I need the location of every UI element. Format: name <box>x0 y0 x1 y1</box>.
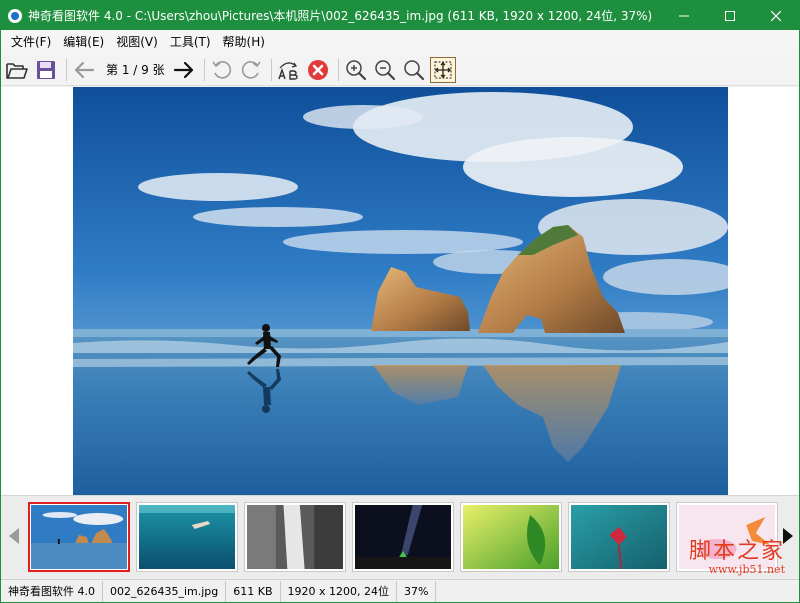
thumbnail-image <box>31 505 127 569</box>
thumbnail-night-sky[interactable] <box>352 502 454 572</box>
watermark: 脚本之家 www.jb51.net <box>689 540 785 576</box>
rotate-right-button[interactable] <box>238 57 264 83</box>
rotate-left-icon <box>211 60 231 79</box>
menu-tools[interactable]: 工具(T) <box>164 30 217 54</box>
image-viewport[interactable] <box>1 87 799 495</box>
delete-icon <box>307 59 328 80</box>
toolbar-divider <box>66 58 67 81</box>
fit-window-button[interactable] <box>429 56 456 83</box>
minimize-icon <box>679 15 689 16</box>
thumbnail-image <box>571 505 667 569</box>
rename-icon <box>277 61 298 80</box>
thumbnail-image <box>355 505 451 569</box>
window-title: 神奇看图软件 4.0 - C:\Users\zhou\Pictures\本机照片… <box>28 9 653 23</box>
rotate-right-icon <box>241 60 261 79</box>
watermark-main: 脚本之家 <box>688 539 785 564</box>
thumbnail-image <box>139 505 235 569</box>
zoom-out-icon <box>374 59 395 80</box>
status-file-size: 611 KB <box>226 580 281 602</box>
menu-view[interactable]: 视图(V) <box>110 30 164 54</box>
menu-file[interactable]: 文件(F) <box>5 30 57 54</box>
previous-button[interactable] <box>71 57 97 83</box>
maximize-button[interactable] <box>707 1 753 30</box>
menu-help[interactable]: 帮助(H) <box>217 30 271 54</box>
zoom-in-button[interactable] <box>343 57 369 83</box>
status-bar: 神奇看图软件 4.0 002_626435_im.jpg 611 KB 1920… <box>1 579 799 602</box>
zoom-in-icon <box>345 59 366 80</box>
open-folder-icon <box>6 62 28 79</box>
thumbnail-image <box>463 505 559 569</box>
open-button[interactable] <box>4 57 30 83</box>
thumbnail-beach-rocks[interactable] <box>28 502 130 572</box>
actual-size-button[interactable] <box>401 57 427 83</box>
zoom-out-button[interactable] <box>372 57 398 83</box>
toolbar-divider <box>337 58 339 81</box>
thumbnail-underwater[interactable] <box>136 502 238 572</box>
thumbnail-red-flower[interactable] <box>568 502 670 572</box>
thumbnail-strip: 脚本之家 www.jb51.net <box>1 495 799 578</box>
status-zoom: 37% <box>397 580 437 602</box>
close-icon <box>771 10 781 21</box>
page-indicator: 第 1 / 9 张 <box>106 63 165 77</box>
rename-button[interactable] <box>276 57 302 83</box>
triangle-left-icon <box>9 528 19 544</box>
rotate-left-button[interactable] <box>209 57 235 83</box>
status-dimensions: 1920 x 1200, 24位 <box>281 580 398 602</box>
app-window: 神奇看图软件 4.0 - C:\Users\zhou\Pictures\本机照片… <box>0 0 800 603</box>
menu-edit[interactable]: 编辑(E) <box>57 30 110 54</box>
status-filename: 002_626435_im.jpg <box>103 580 227 602</box>
window-controls <box>661 1 799 30</box>
toolbar-divider <box>203 58 205 81</box>
watermark-url: www.jb51.net <box>708 563 785 576</box>
menu-bar: 文件(F) 编辑(E) 视图(V) 工具(T) 帮助(H) <box>1 30 799 54</box>
delete-button[interactable] <box>305 57 331 83</box>
app-logo-icon <box>8 8 22 23</box>
next-icon <box>173 61 193 78</box>
maximize-icon <box>725 10 735 21</box>
close-button[interactable] <box>753 1 799 30</box>
thumbnail-waterfall[interactable] <box>244 502 346 572</box>
previous-icon <box>74 61 95 78</box>
main-photo <box>73 87 728 495</box>
fit-window-icon <box>434 61 452 78</box>
scroll-left-button[interactable] <box>7 526 21 546</box>
thumbnail-green-leaf[interactable] <box>460 502 562 572</box>
save-button[interactable] <box>33 57 59 83</box>
title-bar[interactable]: 神奇看图软件 4.0 - C:\Users\zhou\Pictures\本机照片… <box>1 1 799 30</box>
toolbar-divider <box>270 58 272 81</box>
toolbar: 第 1 / 9 张 <box>1 54 799 86</box>
save-icon <box>37 60 55 79</box>
next-button[interactable] <box>171 57 197 83</box>
minimize-button[interactable] <box>661 1 707 30</box>
status-app-name: 神奇看图软件 4.0 <box>1 580 103 602</box>
thumbnail-image <box>247 505 343 569</box>
actual-size-icon <box>403 59 424 80</box>
